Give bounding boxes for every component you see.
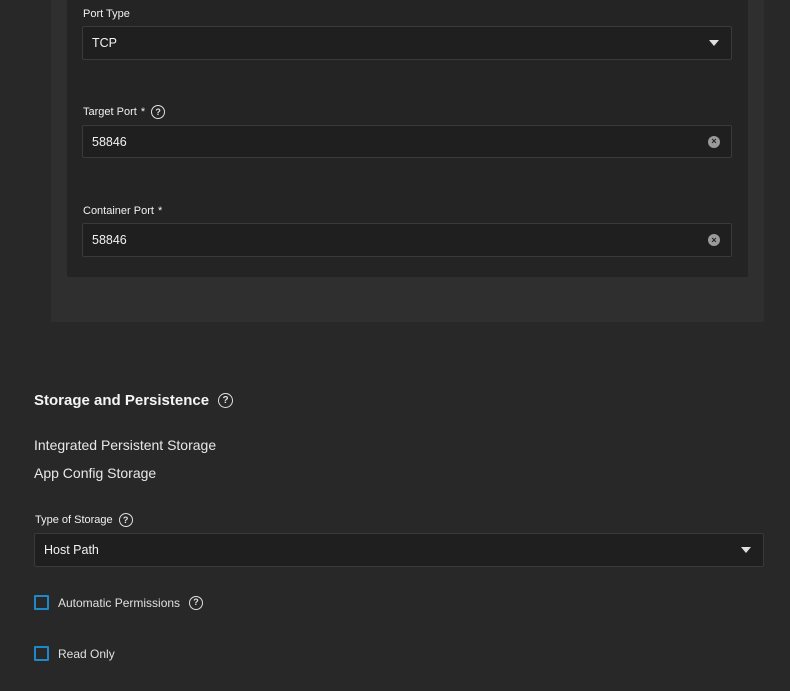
- integrated-storage-heading: Integrated Persistent Storage: [34, 437, 217, 453]
- container-port-field[interactable]: ×: [82, 223, 732, 257]
- target-port-label: Target Port * ?: [83, 105, 166, 119]
- clear-icon[interactable]: ×: [708, 135, 720, 148]
- port-type-value: TCP: [92, 36, 117, 50]
- help-icon[interactable]: ?: [189, 595, 204, 610]
- read-only-row[interactable]: Read Only: [34, 646, 115, 661]
- type-of-storage-value: Host Path: [44, 543, 99, 557]
- help-icon[interactable]: ?: [218, 393, 234, 408]
- read-only-label[interactable]: Read Only: [58, 647, 115, 661]
- automatic-permissions-row[interactable]: Automatic Permissions ?: [34, 595, 204, 610]
- type-of-storage-select[interactable]: Host Path: [34, 533, 764, 567]
- target-port-input[interactable]: [92, 134, 668, 149]
- help-icon[interactable]: ?: [118, 513, 133, 527]
- clear-icon[interactable]: ×: [708, 234, 720, 246]
- storage-section-title: Storage and Persistence ?: [34, 392, 234, 409]
- help-icon[interactable]: ?: [151, 105, 166, 119]
- chevron-down-icon: [741, 547, 751, 553]
- required-mark: *: [158, 205, 163, 217]
- port-type-label: Port Type: [83, 8, 130, 20]
- port-type-select[interactable]: TCP: [82, 26, 732, 60]
- port-type-label-text: Port Type: [83, 8, 130, 20]
- automatic-permissions-checkbox[interactable]: [34, 595, 49, 610]
- required-mark: *: [140, 106, 146, 118]
- app-form-page: Port Type TCP Target Port * ? × Containe…: [0, 0, 790, 691]
- target-port-label-text: Target Port: [83, 106, 137, 118]
- read-only-checkbox[interactable]: [34, 646, 49, 661]
- target-port-field[interactable]: ×: [82, 125, 732, 158]
- container-port-label-text: Container Port: [83, 205, 154, 217]
- type-of-storage-label-text: Type of Storage: [35, 514, 113, 526]
- container-port-input[interactable]: [92, 233, 668, 247]
- automatic-permissions-label[interactable]: Automatic Permissions: [58, 596, 180, 610]
- chevron-down-icon: [709, 40, 719, 46]
- app-config-storage-heading: App Config Storage: [34, 465, 157, 481]
- container-port-label: Container Port *: [83, 205, 162, 217]
- storage-title-text: Storage and Persistence: [34, 392, 210, 409]
- type-of-storage-label: Type of Storage ?: [35, 513, 133, 527]
